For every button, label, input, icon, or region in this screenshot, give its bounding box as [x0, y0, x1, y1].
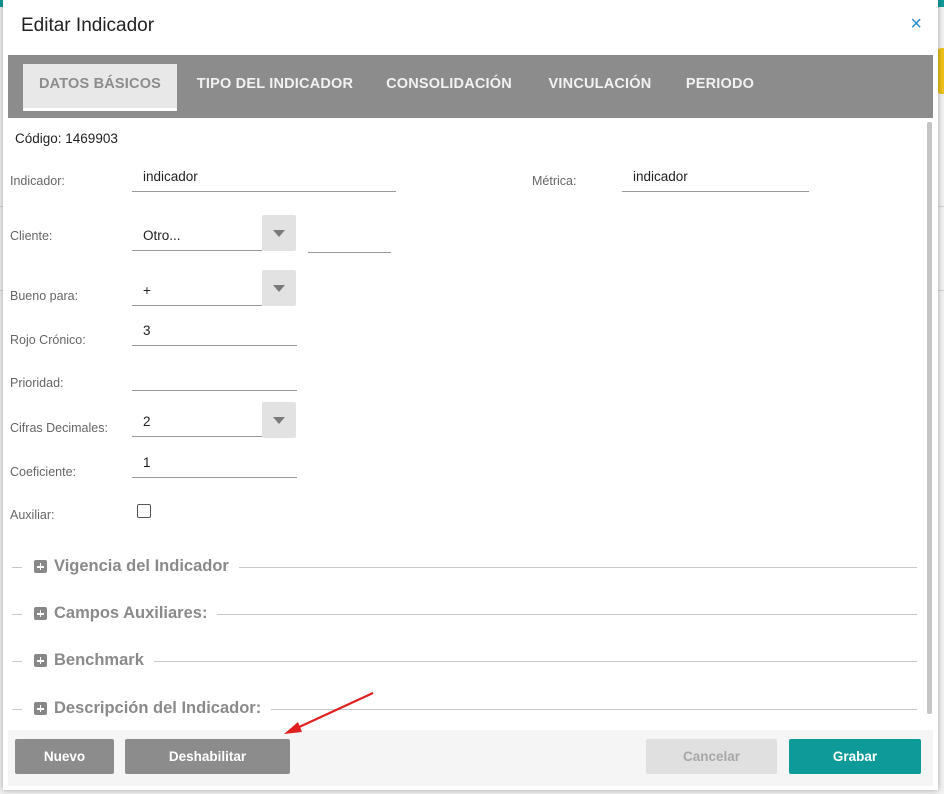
cliente-label: Cliente:: [10, 229, 53, 243]
metrica-label: Métrica:: [532, 174, 577, 188]
scrollbar-thumb[interactable]: [927, 122, 932, 714]
plus-square-icon[interactable]: [34, 654, 47, 667]
section-benchmark[interactable]: Benchmark: [12, 651, 917, 673]
auxiliar-label: Auxiliar:: [10, 508, 55, 522]
form-scroll-area[interactable]: Código: 1469903 Indicador: indicador Mét…: [8, 118, 924, 730]
section-title[interactable]: Campos Auxiliares:: [54, 604, 218, 623]
plus-square-icon[interactable]: [34, 607, 47, 620]
dialog-footer: Nuevo Deshabilitar Cancelar Grabar: [8, 730, 933, 786]
coeficiente-label: Coeficiente:: [10, 465, 77, 479]
section-rule: [54, 661, 917, 662]
tab-datos-basicos[interactable]: DATOS BÁSICOS: [23, 64, 177, 111]
metrica-input[interactable]: indicador: [622, 166, 809, 192]
section-dash: [12, 709, 22, 710]
tab-periodo[interactable]: PERIODO: [684, 64, 756, 108]
tab-tipo-del-indicador[interactable]: TIPO DEL INDICADOR: [193, 64, 357, 108]
chevron-down-icon: [273, 417, 285, 424]
edit-indicator-dialog: Editar Indicador × DATOS BÁSICOS TIPO DE…: [3, 0, 938, 790]
section-dash: [12, 661, 22, 662]
prioridad-label: Prioridad:: [10, 376, 64, 390]
indicador-input[interactable]: indicador: [132, 166, 396, 192]
cifras-decimales-select[interactable]: 2: [132, 411, 262, 437]
chevron-down-icon: [273, 285, 285, 292]
tab-consolidacion[interactable]: CONSOLIDACIÓN: [384, 64, 514, 108]
section-title[interactable]: Descripción del Indicador:: [54, 699, 272, 718]
close-icon[interactable]: ×: [910, 14, 922, 34]
dialog-title: Editar Indicador: [21, 15, 155, 36]
section-vigencia-del-indicador[interactable]: Vigencia del Indicador: [12, 557, 917, 579]
section-title[interactable]: Benchmark: [54, 651, 154, 670]
rojo-cronico-label: Rojo Crónico:: [10, 333, 86, 347]
grabar-button[interactable]: Grabar: [789, 739, 921, 774]
cifras-decimales-label: Cifras Decimales:: [10, 421, 108, 435]
plus-square-icon[interactable]: [34, 560, 47, 573]
section-title[interactable]: Vigencia del Indicador: [54, 557, 239, 576]
chevron-down-icon: [273, 230, 285, 237]
auxiliar-checkbox[interactable]: [137, 504, 151, 518]
tab-vinculacion[interactable]: VINCULACIÓN: [544, 64, 656, 108]
bueno-para-label: Bueno para:: [10, 289, 79, 303]
section-dash: [12, 567, 22, 568]
nuevo-button[interactable]: Nuevo: [15, 739, 114, 774]
cliente-select[interactable]: Otro...: [132, 225, 262, 251]
cifras-decimales-dropdown-button[interactable]: [262, 402, 296, 438]
section-descripcion-del-indicador[interactable]: Descripción del Indicador:: [12, 699, 917, 721]
bueno-para-dropdown-button[interactable]: [262, 270, 296, 306]
codigo-label: Código: 1469903: [15, 131, 118, 146]
tab-bar: DATOS BÁSICOS TIPO DEL INDICADOR CONSOLI…: [8, 55, 933, 118]
cancelar-button[interactable]: Cancelar: [646, 739, 777, 774]
section-dash: [12, 614, 22, 615]
indicador-label: Indicador:: [10, 174, 65, 188]
plus-square-icon[interactable]: [34, 702, 47, 715]
prioridad-input[interactable]: [132, 365, 297, 391]
cliente-extra-input[interactable]: [308, 227, 391, 253]
deshabilitar-button[interactable]: Deshabilitar: [125, 739, 290, 774]
section-campos-auxiliares[interactable]: Campos Auxiliares:: [12, 604, 917, 626]
coeficiente-input[interactable]: 1: [132, 452, 297, 478]
rojo-cronico-input[interactable]: 3: [132, 320, 297, 346]
bueno-para-select[interactable]: +: [132, 280, 262, 306]
cliente-dropdown-button[interactable]: [262, 215, 296, 251]
